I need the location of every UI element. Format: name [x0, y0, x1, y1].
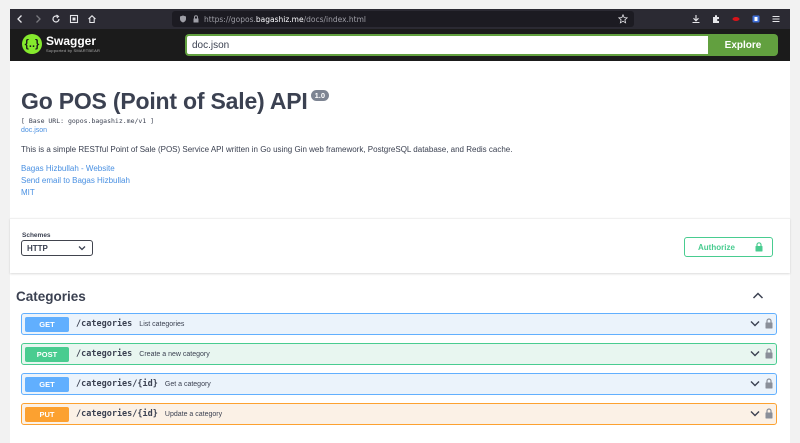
chevron-down-icon[interactable] [750, 350, 760, 358]
operation-post-categories[interactable]: POST /categories Create a new category [21, 343, 777, 365]
license-link[interactable]: MIT [21, 188, 781, 198]
screenshot-icon[interactable] [66, 11, 82, 27]
browser-toolbar: https://gopos.bagashiz.me/docs/index.htm… [10, 9, 790, 29]
logo-subtitle: Supported by SMARTBEAR [46, 48, 101, 53]
api-info: Go POS (Point of Sale) API 1.0 [ Base UR… [21, 88, 781, 198]
lock-icon[interactable] [765, 408, 773, 419]
lock-icon[interactable] [765, 318, 773, 329]
chevron-down-icon[interactable] [750, 410, 760, 418]
operation-path: /categories [76, 319, 133, 329]
operation-get-categories[interactable]: GET /categories List categories [21, 313, 777, 335]
swagger-logo-icon: {..} [22, 34, 42, 54]
chevron-down-icon[interactable] [750, 380, 760, 388]
menu-icon[interactable] [768, 11, 784, 27]
chevron-down-icon [78, 246, 86, 251]
operation-get-category-by-id[interactable]: GET /categories/{id} Get a category [21, 373, 777, 395]
url-bar[interactable]: https://gopos.bagashiz.me/docs/index.htm… [172, 11, 634, 27]
lock-icon[interactable] [191, 14, 201, 24]
method-badge: PUT [25, 406, 69, 422]
base-url: [ Base URL: gopos.bagashiz.me/v1 ] [21, 117, 155, 125]
operation-summary: Update a category [164, 410, 223, 418]
doc-json-link[interactable]: doc.json [21, 127, 781, 134]
operation-path: /categories/{id} [76, 379, 158, 389]
operations-list: GET /categories List categories POST /ca… [21, 313, 777, 433]
chevron-down-icon[interactable] [750, 320, 760, 328]
spec-url-input[interactable]: doc.json [185, 34, 709, 56]
method-badge: GET [25, 316, 69, 332]
extensions-icon[interactable] [708, 11, 724, 27]
forward-icon[interactable] [30, 11, 46, 27]
api-description: This is a simple RESTful Point of Sale (… [21, 145, 513, 154]
operation-path: /categories/{id} [76, 409, 158, 419]
lock-icon[interactable] [765, 378, 773, 389]
api-title: Go POS (Point of Sale) API [21, 88, 308, 114]
chevron-up-icon[interactable] [752, 291, 764, 301]
version-badge: 1.0 [310, 90, 330, 101]
website-link[interactable]: Bagas Hizbullah - Website [21, 164, 781, 174]
scheme-container: Schemes HTTP Authorize [10, 218, 790, 273]
schemes-label: Schemes [22, 232, 51, 239]
reload-icon[interactable] [48, 11, 64, 27]
operation-summary: Create a new category [139, 350, 210, 358]
download-icon[interactable] [688, 11, 704, 27]
tag-section-header[interactable]: Categories [16, 285, 764, 307]
method-badge: GET [25, 376, 69, 392]
home-icon[interactable] [84, 11, 100, 27]
tag-title: Categories [16, 288, 86, 304]
screen: https://gopos.bagashiz.me/docs/index.htm… [0, 0, 800, 443]
email-link[interactable]: Send email to Bagas Hizbullah [21, 176, 781, 186]
shield-icon[interactable] [178, 14, 188, 24]
url-text: https://gopos.bagashiz.me/docs/index.htm… [204, 14, 366, 24]
lock-icon [755, 242, 763, 252]
operation-summary: Get a category [164, 380, 211, 388]
authorize-button[interactable]: Authorize [684, 237, 773, 257]
browser-extensions [686, 11, 784, 27]
authorize-label: Authorize [698, 242, 735, 252]
schemes-select[interactable]: HTTP [21, 240, 93, 256]
extension-red-icon[interactable] [728, 11, 744, 27]
extension-blue-icon[interactable] [748, 11, 764, 27]
explore-button[interactable]: Explore [708, 34, 778, 56]
logo-title: Swagger [46, 34, 97, 48]
back-icon[interactable] [12, 11, 28, 27]
lock-icon[interactable] [765, 348, 773, 359]
operation-summary: List categories [139, 320, 185, 328]
bookmark-star-icon[interactable] [618, 14, 628, 24]
swagger-topbar: {..} Swagger Supported by SMARTBEAR doc.… [10, 29, 790, 61]
schemes-selected: HTTP [27, 243, 48, 253]
method-badge: POST [25, 346, 69, 362]
operation-put-category-by-id[interactable]: PUT /categories/{id} Update a category [21, 403, 777, 425]
swagger-logo[interactable]: {..} Swagger Supported by SMARTBEAR [22, 34, 100, 54]
operation-path: /categories [76, 349, 133, 359]
